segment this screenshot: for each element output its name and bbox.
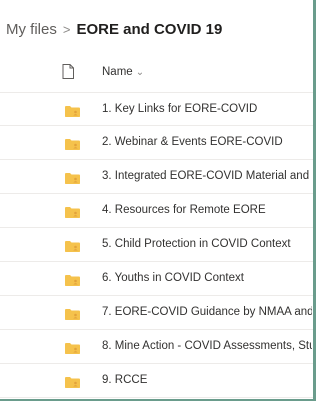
- folder-name[interactable]: 4. Resources for Remote EORE: [102, 204, 312, 216]
- chevron-down-icon: ⌄: [135, 67, 145, 78]
- file-type-icon: [62, 64, 74, 79]
- folder-row[interactable]: 9. RCCE: [0, 364, 313, 398]
- folder-name[interactable]: 3. Integrated EORE-COVID Material and Me…: [102, 170, 312, 182]
- folder-row[interactable]: 8. Mine Action - COVID Assessments, Stud…: [0, 330, 313, 364]
- folder-name[interactable]: 8. Mine Action - COVID Assessments, Stud…: [102, 340, 312, 352]
- folder-list: 1. Key Links for EORE-COVID 2. Webinar & …: [0, 92, 313, 398]
- shared-folder-icon: [65, 171, 80, 184]
- folder-name[interactable]: 6. Youths in COVID Context: [102, 272, 312, 284]
- breadcrumb-my-files[interactable]: My files: [6, 21, 57, 38]
- file-list-panel: My files > EORE and COVID 19 Name ⌄ 1. Key …: [0, 0, 316, 401]
- shared-folder-icon: [65, 273, 80, 286]
- name-column-label: Name: [102, 66, 133, 78]
- breadcrumb-current-folder: EORE and COVID 19: [76, 21, 223, 38]
- breadcrumb-separator: >: [62, 22, 71, 37]
- shared-folder-icon: [65, 239, 80, 252]
- folder-name[interactable]: 7. EORE-COVID Guidance by NMAA and N...: [102, 306, 312, 318]
- folder-row[interactable]: 4. Resources for Remote EORE: [0, 194, 313, 228]
- shared-folder-icon: [65, 341, 80, 354]
- folder-row[interactable]: 1. Key Links for EORE-COVID: [0, 92, 313, 126]
- folder-row[interactable]: 5. Child Protection in COVID Context: [0, 228, 313, 262]
- folder-row[interactable]: 2. Webinar & Events EORE-COVID: [0, 126, 313, 160]
- folder-row[interactable]: 7. EORE-COVID Guidance by NMAA and N...: [0, 296, 313, 330]
- folder-row[interactable]: 3. Integrated EORE-COVID Material and Me…: [0, 160, 313, 194]
- folder-name[interactable]: 2. Webinar & Events EORE-COVID: [102, 136, 312, 148]
- folder-name[interactable]: 5. Child Protection in COVID Context: [102, 238, 312, 250]
- shared-folder-icon: [65, 375, 80, 388]
- shared-folder-icon: [65, 104, 80, 117]
- list-header: Name ⌄: [0, 54, 313, 92]
- folder-name[interactable]: 1. Key Links for EORE-COVID: [102, 103, 312, 115]
- shared-folder-icon: [65, 137, 80, 150]
- shared-folder-icon: [65, 205, 80, 218]
- name-column-header[interactable]: Name ⌄: [102, 66, 144, 78]
- breadcrumb: My files > EORE and COVID 19: [6, 19, 222, 41]
- shared-folder-icon: [65, 307, 80, 320]
- folder-row[interactable]: 6. Youths in COVID Context: [0, 262, 313, 296]
- folder-name[interactable]: 9. RCCE: [102, 374, 312, 386]
